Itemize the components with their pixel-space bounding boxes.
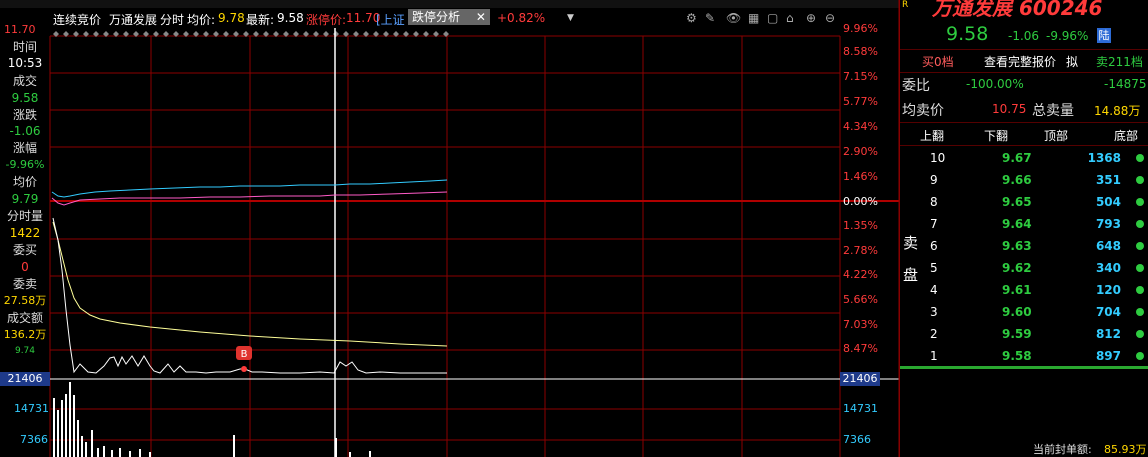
r-badge-icon: R	[902, 0, 909, 10]
orderbook-row[interactable]: 1 9.58 897	[900, 345, 1148, 367]
nav-top-button[interactable]: 顶部	[1044, 127, 1068, 144]
orderbook-row[interactable]: 10 9.67 1368	[900, 147, 1148, 169]
orderbook-row[interactable]: 7 9.64 793	[900, 213, 1148, 235]
weibi-value: -100.00%	[966, 77, 1024, 91]
order-status-dot-icon	[1136, 176, 1144, 184]
order-level: 2	[930, 327, 938, 341]
order-status-dot-icon	[1136, 330, 1144, 338]
orderbook-nav: 上翻 下翻 顶部 底部	[900, 122, 1148, 146]
order-quantity: 120	[1095, 283, 1121, 297]
order-price: 9.58	[1002, 349, 1032, 363]
order-status-dot-icon	[1136, 308, 1144, 316]
total-sell-label: 总卖量	[1032, 103, 1074, 119]
simulate-button[interactable]: 拟	[1066, 53, 1078, 70]
seal-amount-label: 当前封单额:	[1033, 443, 1092, 456]
order-status-dot-icon	[1136, 242, 1144, 250]
buy-level-button[interactable]: 买0档	[922, 53, 954, 70]
order-level: 9	[930, 173, 938, 187]
total-sell-value: 14.88万	[1094, 104, 1141, 118]
order-price: 9.65	[1002, 195, 1032, 209]
order-level: 6	[930, 239, 938, 253]
order-level: 4	[930, 283, 938, 297]
order-quantity: 340	[1095, 261, 1121, 275]
order-price: 9.66	[1002, 173, 1032, 187]
order-status-dot-icon	[1136, 286, 1144, 294]
order-quantity: 704	[1095, 305, 1121, 319]
order-price: 9.61	[1002, 283, 1032, 297]
quote-buttons-row: 买0档 查看完整报价 拟 卖211档	[900, 49, 1148, 73]
order-quantity: 648	[1095, 239, 1121, 253]
orderbook-row[interactable]: 3 9.60 704	[900, 301, 1148, 323]
orderbook-row[interactable]: 9 9.66 351	[900, 169, 1148, 191]
orderbook-row[interactable]: 8 9.65 504	[900, 191, 1148, 213]
quote-change: -1.06	[1008, 29, 1040, 43]
order-quantity: 504	[1095, 195, 1121, 209]
order-level: 8	[930, 195, 938, 209]
order-level: 5	[930, 261, 938, 275]
order-price: 9.60	[1002, 305, 1032, 319]
stock-title: 万通发展 600246	[932, 0, 1103, 20]
connect-badge: 陆	[1097, 28, 1111, 43]
order-quantity: 812	[1095, 327, 1121, 341]
order-status-dot-icon	[1136, 352, 1144, 360]
order-status-dot-icon	[1136, 264, 1144, 272]
sell-orderbook: 10 9.67 1368 9 9.66 351 8 9.65 504 7 9.64 793 6 9.63 6…	[900, 147, 1148, 367]
nav-bottom-button[interactable]: 底部	[1114, 127, 1138, 144]
order-quantity: 897	[1095, 349, 1121, 363]
full-quote-button[interactable]: 查看完整报价	[984, 53, 1056, 70]
nav-up-button[interactable]: 上翻	[920, 127, 944, 144]
orderbook-row[interactable]: 6 9.63 648	[900, 235, 1148, 257]
price-grid	[49, 35, 841, 457]
order-price: 9.63	[1002, 239, 1032, 253]
order-price: 9.67	[1002, 151, 1032, 165]
orderbook-separator	[900, 366, 1148, 369]
avg-sell-value: 10.75	[992, 102, 1027, 116]
order-price: 9.59	[1002, 327, 1032, 341]
order-quantity: 351	[1095, 173, 1121, 187]
nav-down-button[interactable]: 下翻	[984, 127, 1008, 144]
order-level: 3	[930, 305, 938, 319]
avg-sell-label: 均卖价	[902, 103, 944, 119]
sell-level-button[interactable]: 卖211档	[1096, 53, 1143, 70]
orderbook-row[interactable]: 2 9.59 812	[900, 323, 1148, 345]
weibi-label: 委比	[902, 78, 930, 94]
order-status-dot-icon	[1136, 198, 1144, 206]
order-price: 9.62	[1002, 261, 1032, 275]
weibi-diff: -14875	[1104, 77, 1147, 91]
volume-bars	[53, 382, 371, 457]
trade-marker-dot	[241, 366, 247, 372]
order-status-dot-icon	[1136, 220, 1144, 228]
seal-amount-value: 85.93万	[1104, 443, 1147, 456]
quote-panel: R 万通发展 600246 9.58 -1.06 -9.96% 陆 买0档 查看…	[899, 0, 1148, 457]
orderbook-row[interactable]: 4 9.61 120	[900, 279, 1148, 301]
order-quantity: 1368	[1087, 151, 1121, 165]
quote-pct: -9.96%	[1046, 29, 1089, 43]
intraday-chart[interactable]: B	[0, 0, 900, 457]
order-level: 7	[930, 217, 938, 231]
order-price: 9.64	[1002, 217, 1032, 231]
order-level: 10	[930, 151, 946, 165]
order-status-dot-icon	[1136, 154, 1144, 162]
quote-price: 9.58	[946, 23, 989, 45]
orderbook-row[interactable]: 5 9.62 340	[900, 257, 1148, 279]
buy-marker-label: B	[241, 349, 248, 360]
order-quantity: 793	[1095, 217, 1121, 231]
order-level: 1	[930, 349, 938, 363]
